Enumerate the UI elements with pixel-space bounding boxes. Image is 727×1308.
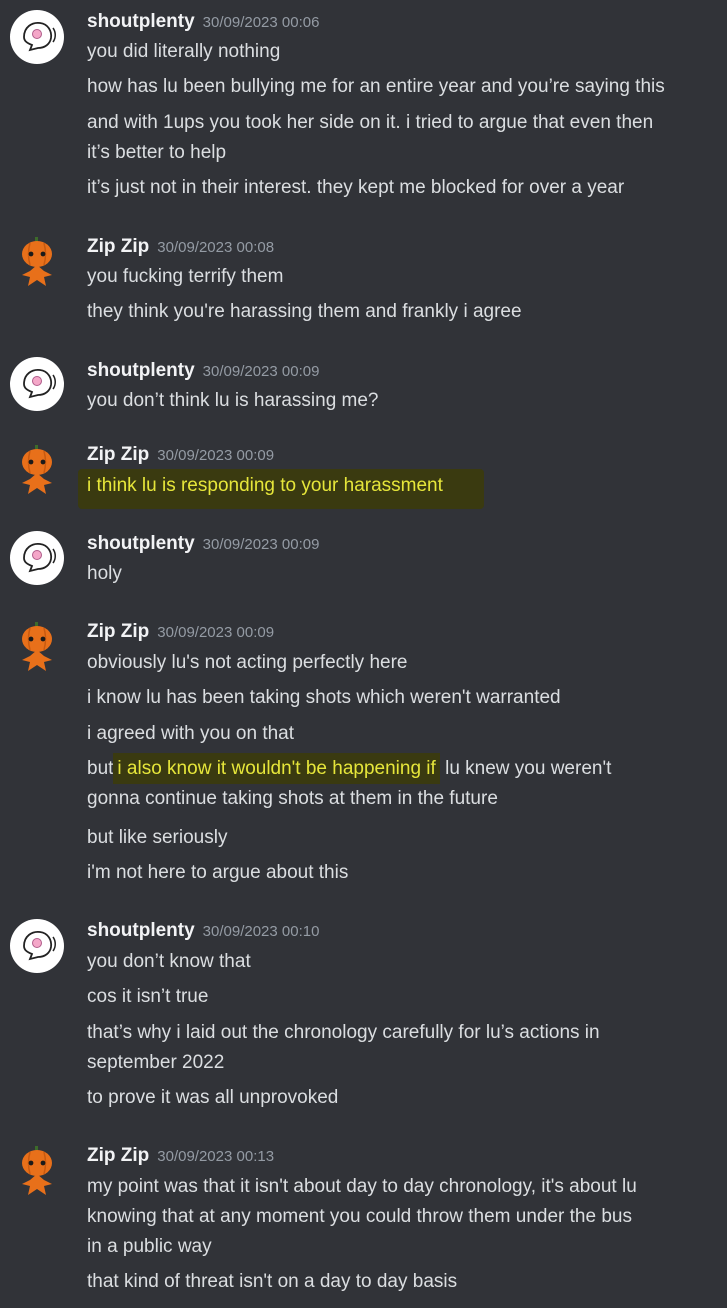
- pumpkin-icon: [22, 445, 52, 494]
- user-avatar[interactable]: [10, 531, 64, 585]
- message-text: i think lu is responding to your harassm…: [87, 475, 443, 496]
- message-text: to prove it was all unprovoked: [87, 1087, 339, 1108]
- message-text: that kind of threat isn't on a day to da…: [87, 1271, 458, 1292]
- message-text: i'm not here to argue about this: [87, 862, 349, 883]
- speech-bubble-icon: [23, 543, 56, 573]
- username[interactable]: shoutplenty: [87, 533, 195, 554]
- message-text: holy: [87, 563, 122, 584]
- highlighted-text: i also know it wouldn't be happening if: [113, 753, 440, 784]
- speech-bubble-icon: [23, 369, 56, 399]
- timestamp: 30/09/2023 00:13: [157, 1148, 275, 1165]
- timestamp: 30/09/2023 00:10: [202, 923, 320, 940]
- timestamp: 30/09/2023 00:09: [202, 536, 320, 553]
- timestamp: 30/09/2023 00:08: [157, 239, 275, 256]
- user-avatar[interactable]: [10, 235, 64, 289]
- user-avatar[interactable]: [10, 919, 64, 973]
- timestamp: 30/09/2023 00:09: [157, 447, 275, 464]
- message-text: knowing that at any moment you could thr…: [87, 1206, 632, 1227]
- pumpkin-icon: [22, 1146, 52, 1195]
- speech-bubble-icon: [23, 931, 56, 961]
- speech-bubble-icon: [23, 22, 56, 52]
- message-text: my point was that it isn't about day to …: [87, 1176, 637, 1197]
- username[interactable]: shoutplenty: [87, 360, 195, 381]
- message-text: you don’t know that: [87, 951, 251, 972]
- user-avatar[interactable]: [10, 620, 64, 674]
- message-text: they think you're harassing them and fra…: [87, 301, 522, 322]
- message-text: and with 1ups you took her side on it. i…: [87, 112, 654, 133]
- message-text: you fucking terrify them: [87, 266, 284, 287]
- message-text: how has lu been bullying me for an entir…: [87, 76, 665, 97]
- timestamp: 30/09/2023 00:06: [202, 14, 320, 31]
- message-text: cos it isn’t true: [87, 986, 209, 1007]
- username[interactable]: Zip Zip: [87, 1145, 149, 1166]
- timestamp: 30/09/2023 00:09: [202, 363, 320, 380]
- user-avatar[interactable]: [10, 443, 64, 497]
- user-avatar[interactable]: [10, 10, 64, 64]
- username[interactable]: Zip Zip: [87, 444, 149, 465]
- message-text: i know lu has been taking shots which we…: [87, 687, 561, 708]
- username[interactable]: shoutplenty: [87, 11, 195, 32]
- message-text: you don’t think lu is harassing me?: [87, 390, 379, 411]
- message-text: that’s why i laid out the chronology car…: [87, 1022, 600, 1043]
- message-text-part: lu knew you weren't: [445, 758, 612, 779]
- message-text: but like seriously: [87, 827, 228, 848]
- message-text: but i also know it wouldn't be happening …: [87, 753, 612, 784]
- message-text: obviously lu's not acting perfectly here: [87, 652, 408, 673]
- message-text: it’s better to help: [87, 142, 227, 163]
- username[interactable]: Zip Zip: [87, 621, 149, 642]
- message-text: i agreed with you on that: [87, 723, 295, 744]
- message-text: you did literally nothing: [87, 41, 281, 62]
- user-avatar[interactable]: [10, 1144, 64, 1198]
- pumpkin-icon: [22, 622, 52, 671]
- message-text: in a public way: [87, 1236, 212, 1257]
- message-text: september 2022: [87, 1052, 225, 1073]
- user-avatar[interactable]: [10, 357, 64, 411]
- username[interactable]: Zip Zip: [87, 236, 149, 257]
- message-text: it’s just not in their interest. they ke…: [87, 177, 625, 198]
- username[interactable]: shoutplenty: [87, 920, 195, 941]
- message-text-part: but: [87, 758, 114, 779]
- timestamp: 30/09/2023 00:09: [157, 624, 275, 641]
- message-text: gonna continue taking shots at them in t…: [87, 788, 498, 809]
- pumpkin-icon: [22, 237, 52, 286]
